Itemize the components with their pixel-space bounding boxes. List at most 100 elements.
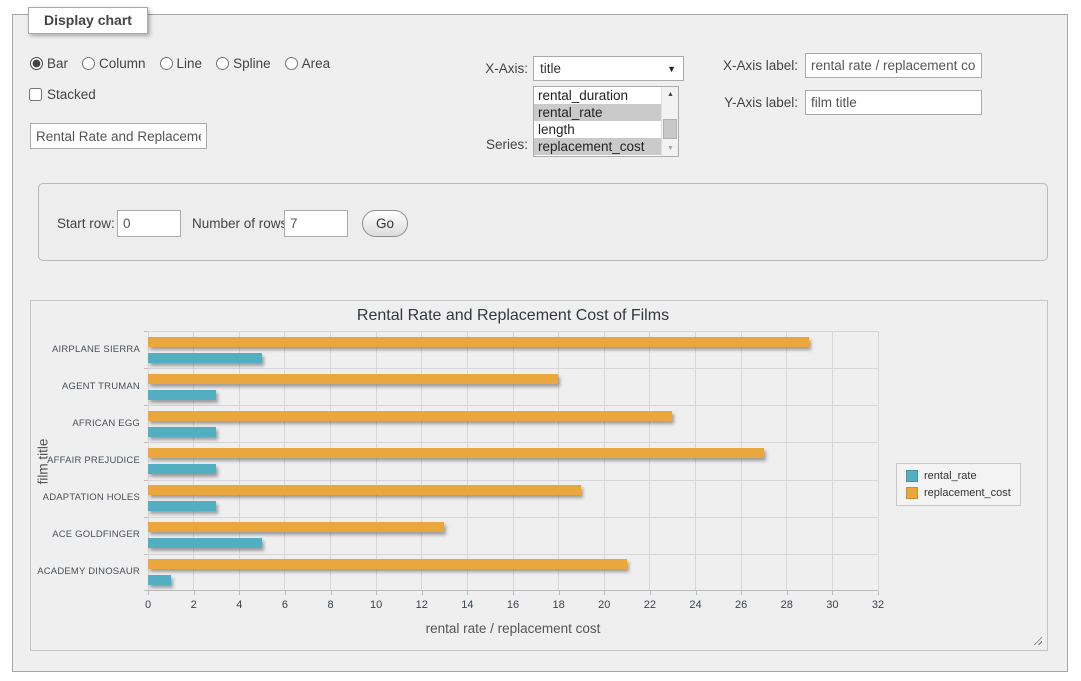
- x-axis-selected-value: title: [540, 61, 561, 76]
- x-axis-label-input[interactable]: [805, 53, 982, 78]
- start-row-input[interactable]: [117, 210, 181, 237]
- stacked-row: Stacked: [29, 87, 96, 102]
- x-tick-label-10: 10: [361, 599, 391, 611]
- bar-rental_rate-agent-truman[interactable]: [148, 390, 216, 400]
- y-tick-1: [144, 368, 148, 369]
- chart-container: Rental Rate and Replacement Cost of Film…: [30, 300, 1048, 651]
- bar-rental_rate-affair-prejudice[interactable]: [148, 464, 216, 474]
- x-axis-select-label: X-Axis:: [440, 61, 528, 76]
- chart-type-spline-radio[interactable]: [216, 57, 229, 70]
- x-tick-16: [513, 591, 514, 595]
- gridline-x-28: [786, 331, 787, 591]
- chart-type-radio-group: Bar Column Line Spline Area: [30, 56, 338, 71]
- series-listbox-label: Series:: [440, 137, 528, 152]
- bar-rental_rate-african-egg[interactable]: [148, 427, 216, 437]
- bar-rental_rate-adaptation-holes[interactable]: [148, 501, 216, 511]
- series-option-replacement_cost[interactable]: replacement_cost: [534, 138, 661, 155]
- series-option-length[interactable]: length: [534, 121, 661, 138]
- chart-resize-handle[interactable]: [1031, 634, 1042, 645]
- gridline-x-12: [421, 331, 422, 591]
- y-axis-label-label: Y-Axis label:: [700, 95, 798, 110]
- chart-type-line[interactable]: Line: [160, 56, 203, 71]
- x-tick-6: [285, 591, 286, 595]
- legend-item-rental-rate[interactable]: rental_rate: [906, 470, 1011, 482]
- bar-replacement_cost-academy-dinosaur[interactable]: [148, 559, 627, 569]
- bar-rental_rate-academy-dinosaur[interactable]: [148, 575, 171, 585]
- gridline-x-24: [695, 331, 696, 591]
- stacked-label: Stacked: [47, 87, 96, 102]
- legend-item-replacement-cost[interactable]: replacement_cost: [906, 487, 1011, 499]
- x-tick-8: [331, 591, 332, 595]
- bar-rental_rate-airplane-sierra[interactable]: [148, 353, 262, 363]
- x-tick-22: [650, 591, 651, 595]
- chart-title-input[interactable]: [30, 123, 207, 149]
- series-option-rental_duration[interactable]: rental_duration: [534, 87, 661, 104]
- bar-replacement_cost-agent-truman[interactable]: [148, 374, 558, 384]
- chart-type-area-label: Area: [302, 56, 331, 71]
- bar-replacement_cost-adaptation-holes[interactable]: [148, 485, 581, 495]
- chart-type-column-label: Column: [99, 56, 146, 71]
- category-label-agent-truman: AGENT TRUMAN: [31, 381, 140, 392]
- chart-type-spline[interactable]: Spline: [216, 56, 271, 71]
- x-tick-label-6: 6: [270, 599, 300, 611]
- x-axis-select[interactable]: title ▼: [533, 56, 684, 81]
- go-button[interactable]: Go: [362, 210, 408, 237]
- chart-type-spline-label: Spline: [233, 56, 271, 71]
- category-label-ace-goldfinger: ACE GOLDFINGER: [31, 529, 140, 540]
- stacked-checkbox[interactable]: [29, 88, 42, 101]
- x-tick-12: [422, 591, 423, 595]
- chart-type-area[interactable]: Area: [285, 56, 331, 71]
- legend-swatch-replacement-cost: [906, 487, 918, 499]
- scroll-up-icon[interactable]: ▲: [662, 87, 679, 102]
- gridline-x-20: [604, 331, 605, 591]
- series-option-rental_rate[interactable]: rental_rate: [534, 104, 661, 121]
- x-tick-20: [604, 591, 605, 595]
- legend-label-rental-rate: rental_rate: [924, 470, 977, 482]
- bar-rental_rate-ace-goldfinger[interactable]: [148, 538, 262, 548]
- chart-type-line-radio[interactable]: [160, 57, 173, 70]
- x-tick-label-16: 16: [498, 599, 528, 611]
- gridline-y-3: [148, 442, 878, 443]
- gridline-y-0: [148, 331, 878, 332]
- bar-replacement_cost-airplane-sierra[interactable]: [148, 337, 809, 347]
- x-tick-label-22: 22: [635, 599, 665, 611]
- gridline-x-32: [878, 331, 879, 591]
- x-axis-title: rental rate / replacement cost: [148, 621, 878, 636]
- category-label-affair-prejudice: AFFAIR PREJUDICE: [31, 455, 140, 466]
- bar-replacement_cost-affair-prejudice[interactable]: [148, 448, 764, 458]
- fieldset-legend: Display chart: [28, 7, 148, 34]
- num-rows-label: Number of rows:: [192, 216, 291, 231]
- series-listbox[interactable]: rental_durationrental_ratelengthreplacem…: [533, 86, 679, 157]
- x-tick-28: [787, 591, 788, 595]
- y-tick-5: [144, 517, 148, 518]
- x-tick-0: [148, 591, 149, 595]
- x-tick-label-8: 8: [316, 599, 346, 611]
- bar-replacement_cost-african-egg[interactable]: [148, 411, 672, 421]
- x-tick-2: [194, 591, 195, 595]
- scroll-down-icon[interactable]: ▼: [662, 141, 679, 156]
- scrollbar-thumb[interactable]: [663, 119, 677, 139]
- chart-type-line-label: Line: [177, 56, 203, 71]
- chart-type-bar-radio[interactable]: [30, 57, 43, 70]
- category-label-african-egg: AFRICAN EGG: [31, 418, 140, 429]
- chart-type-column-radio[interactable]: [82, 57, 95, 70]
- gridline-y-2: [148, 405, 878, 406]
- chart-type-area-radio[interactable]: [285, 57, 298, 70]
- chevron-down-icon: ▼: [667, 64, 676, 74]
- bar-replacement_cost-ace-goldfinger[interactable]: [148, 522, 444, 532]
- x-tick-label-28: 28: [772, 599, 802, 611]
- x-tick-14: [467, 591, 468, 595]
- series-scrollbar[interactable]: ▲ ▼: [661, 87, 678, 156]
- num-rows-input[interactable]: [284, 210, 348, 237]
- gridline-y-1: [148, 368, 878, 369]
- y-tick-7: [144, 590, 148, 591]
- chart-type-column[interactable]: Column: [82, 56, 146, 71]
- gridline-y-4: [148, 480, 878, 481]
- x-tick-label-14: 14: [452, 599, 482, 611]
- chart-type-bar[interactable]: Bar: [30, 56, 68, 71]
- x-tick-label-18: 18: [544, 599, 574, 611]
- legend-label-replacement-cost: replacement_cost: [924, 487, 1011, 499]
- y-axis-label-input[interactable]: [805, 90, 982, 115]
- x-tick-label-0: 0: [133, 599, 163, 611]
- gridline-x-14: [467, 331, 468, 591]
